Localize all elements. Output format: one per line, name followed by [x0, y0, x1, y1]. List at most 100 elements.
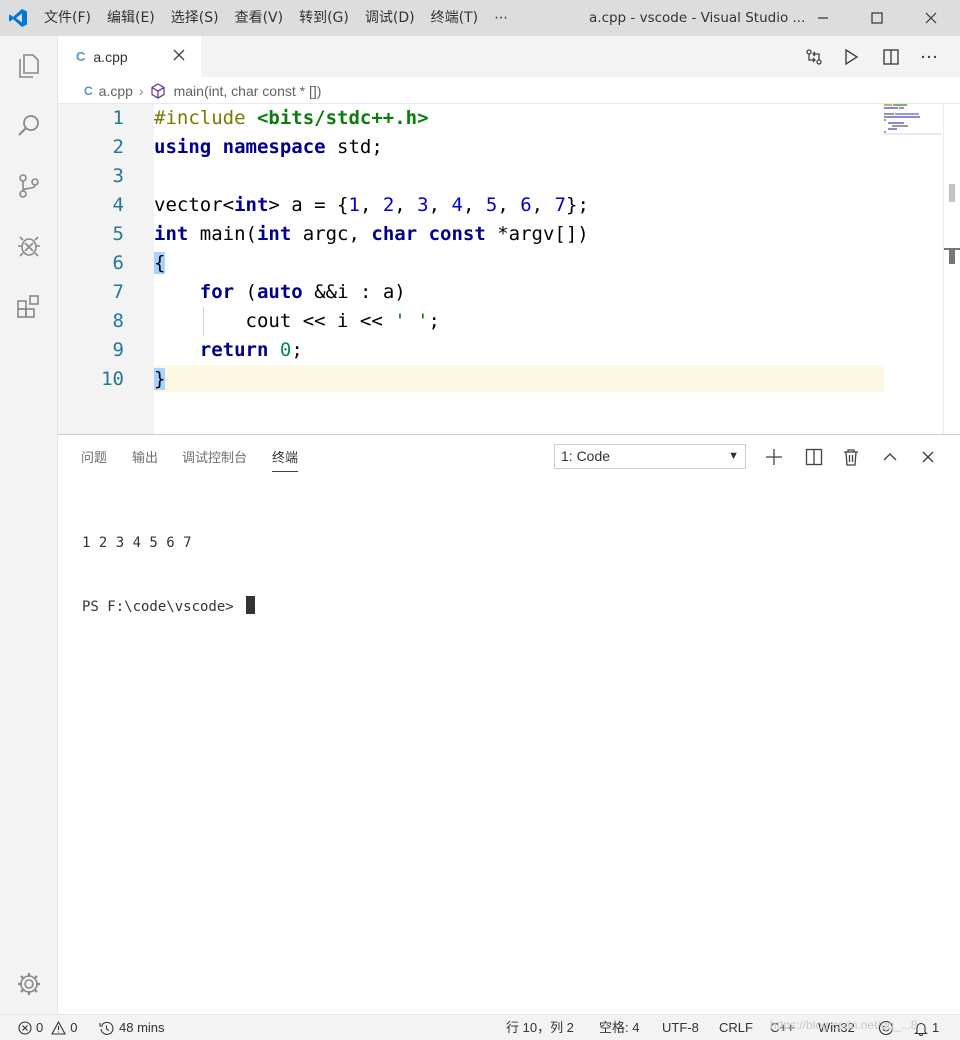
maximize-panel-button[interactable] — [877, 444, 903, 470]
code-line-1: #include <bits/stdc++.h> — [154, 104, 429, 133]
line-number: 9 — [112, 339, 124, 361]
ellipsis-icon — [921, 55, 937, 59]
terminal-prompt-line: PS F:\code\vscode> — [82, 596, 256, 618]
token: 6 — [520, 194, 532, 216]
notifications-status[interactable]: 1 — [914, 1015, 939, 1040]
token: ' ' — [394, 310, 429, 332]
terminal-content[interactable]: 1 2 3 4 5 6 7 PS F:\code\vscode> — [82, 491, 256, 660]
token: 4 — [451, 194, 463, 216]
warning-icon — [51, 1021, 67, 1035]
current-line-highlight — [154, 365, 884, 392]
line-number: 2 — [112, 136, 124, 158]
run-button[interactable] — [838, 44, 864, 70]
gear-icon — [18, 973, 40, 995]
menu-more[interactable]: ⋯ — [486, 0, 516, 36]
error-count: 0 — [36, 1020, 44, 1035]
trash-icon — [844, 449, 858, 466]
close-icon — [173, 49, 185, 61]
code-line-6: { — [154, 249, 166, 278]
tab-label: a.cpp — [93, 48, 128, 65]
search-button[interactable] — [0, 98, 58, 154]
code-line-7: for (auto &&i : a) — [199, 281, 406, 303]
terminal-select[interactable]: 1: Code ▼ — [554, 444, 746, 469]
debug-button[interactable] — [0, 218, 58, 274]
breadcrumb-file[interactable]: a.cpp — [99, 83, 133, 99]
cursor-position-status[interactable]: 行 10，列 2 — [506, 1015, 574, 1040]
tab-debug-console[interactable]: 调试控制台 — [182, 447, 247, 466]
close-window-button[interactable] — [908, 0, 954, 36]
menu-selection[interactable]: 选择(S) — [163, 0, 227, 36]
method-icon — [150, 82, 165, 99]
source-control-icon — [19, 174, 39, 198]
menu-go[interactable]: 转到(G) — [291, 0, 357, 36]
split-icon — [805, 448, 823, 466]
extensions-button[interactable] — [0, 278, 58, 334]
code-line-10: } — [154, 365, 166, 394]
tab-close-button[interactable] — [169, 45, 189, 65]
new-terminal-button[interactable] — [761, 444, 787, 470]
line-number: 10 — [101, 368, 124, 390]
menu-debug[interactable]: 调试(D) — [357, 0, 423, 36]
play-icon — [845, 48, 859, 66]
bottom-panel: 问题 输出 调试控制台 终端 1: Code ▼ 1 2 3 4 5 6 7 P… — [58, 434, 960, 1014]
line-number: 1 — [112, 107, 124, 129]
token: 1 — [348, 194, 360, 216]
extensions-icon — [17, 295, 39, 318]
breadcrumb-symbol[interactable]: main(int, char const * []) — [174, 83, 322, 99]
menu-edit[interactable]: 编辑(E) — [99, 0, 163, 36]
bracket-match: } — [154, 368, 166, 390]
menu-view[interactable]: 查看(V) — [227, 0, 292, 36]
split-icon — [883, 49, 899, 65]
cpp-file-icon: C — [76, 49, 86, 64]
time-tracker-label: 48 mins — [119, 1020, 165, 1035]
more-actions-button[interactable] — [916, 44, 942, 70]
problems-status[interactable]: 0 0 — [18, 1015, 77, 1040]
split-terminal-button[interactable] — [801, 444, 827, 470]
maximize-button[interactable] — [854, 0, 900, 36]
breadcrumb: C a.cpp › main(int, char const * []) — [58, 78, 960, 104]
line-number: 8 — [112, 310, 124, 332]
code-editor[interactable]: 1 2 3 4 5 6 7 8 9 10 #include <bits/stdc… — [58, 104, 960, 434]
explorer-button[interactable] — [0, 38, 58, 94]
source-control-button[interactable] — [0, 158, 58, 214]
token: 0 — [279, 339, 292, 361]
minimize-button[interactable] — [800, 0, 846, 36]
code-line-5: int main(int argc, char const *argv[]) — [154, 223, 589, 245]
terminal-prompt: PS F:\code\vscode> — [82, 599, 243, 615]
tab-output[interactable]: 输出 — [132, 447, 158, 466]
scrollbar-thumb[interactable] — [949, 184, 955, 202]
eol-status[interactable]: CRLF — [719, 1015, 753, 1040]
tab-problems[interactable]: 问题 — [81, 447, 107, 466]
plus-icon — [766, 449, 782, 465]
token: <bits/stdc++.h> — [256, 107, 429, 129]
editor-tab-bar: C a.cpp — [58, 36, 960, 77]
chevron-right-icon: › — [138, 82, 144, 99]
kill-terminal-button[interactable] — [838, 444, 864, 470]
token: 3 — [417, 194, 429, 216]
settings-button[interactable] — [0, 956, 58, 1012]
tab-terminal[interactable]: 终端 — [272, 447, 299, 472]
indentation-status[interactable]: 空格: 4 — [599, 1015, 639, 1040]
notification-count: 1 — [932, 1020, 940, 1035]
minimap[interactable] — [884, 104, 942, 434]
token: 5 — [485, 194, 498, 216]
code-line-2: using namespace std; — [154, 136, 383, 158]
token: 2 — [382, 194, 395, 216]
terminal-cursor — [246, 596, 256, 614]
token: char const — [371, 223, 486, 245]
menu-file[interactable]: 文件(F) — [36, 0, 99, 36]
vertical-scrollbar[interactable] — [943, 104, 960, 434]
split-editor-button[interactable] — [878, 44, 904, 70]
encoding-status[interactable]: UTF-8 — [662, 1015, 699, 1040]
open-changes-button[interactable] — [801, 44, 827, 70]
vscode-logo-icon — [0, 0, 36, 36]
title-bar: 文件(F) 编辑(E) 选择(S) 查看(V) 转到(G) 调试(D) 终端(T… — [0, 0, 960, 36]
watermark: https://blog.csdn.net/qq_...8 — [770, 1018, 918, 1032]
warning-count: 0 — [70, 1020, 78, 1035]
tab-a-cpp[interactable]: C a.cpp — [58, 36, 201, 77]
menu-terminal[interactable]: 终端(T) — [423, 0, 486, 36]
time-tracker-status[interactable]: 48 mins — [99, 1015, 165, 1040]
close-panel-button[interactable] — [915, 444, 941, 470]
bracket-match: { — [154, 252, 166, 274]
code-line-8: cout << i << ' '; — [154, 310, 441, 332]
